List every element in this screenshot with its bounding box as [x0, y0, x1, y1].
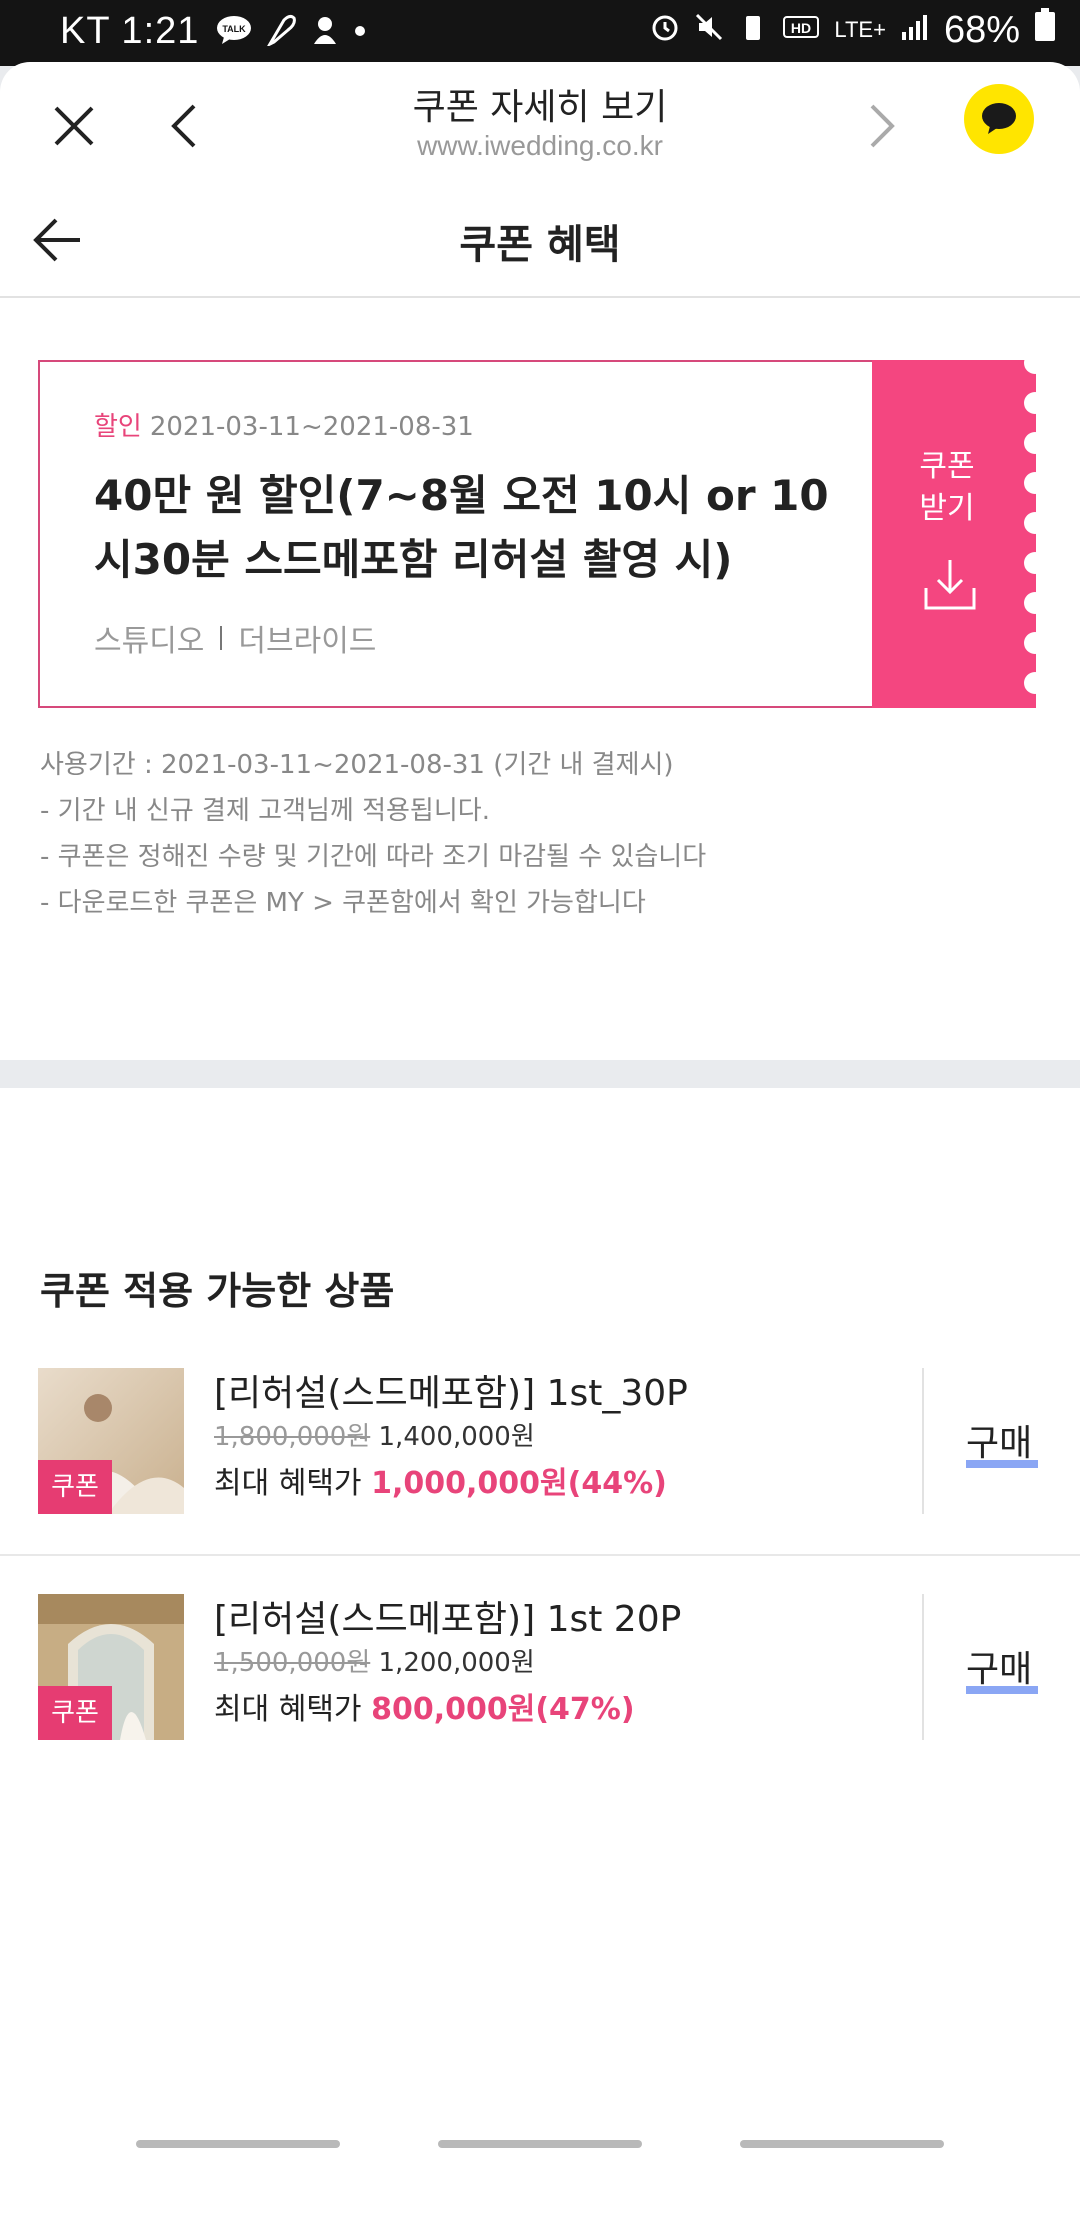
app-header: 쿠폰 혜택 — [0, 182, 1080, 298]
original-price: 1,800,000원 — [214, 1422, 371, 1452]
perforation — [1024, 472, 1046, 494]
coupon-period: 2021-03-11~2021-08-31 — [149, 412, 474, 442]
in-app-browser: 쿠폰 자세히 보기 www.iwedding.co.kr 쿠폰 혜택 할인 202… — [0, 62, 1080, 2220]
buy-underline — [966, 1686, 1038, 1694]
category-separator — [220, 626, 223, 650]
buy-button[interactable]: 구매 — [966, 1640, 1032, 1692]
perforation — [1024, 432, 1046, 454]
feather-icon — [266, 14, 296, 51]
battery-level: 68% — [943, 8, 1020, 51]
vertical-divider — [922, 1594, 924, 1740]
browser-forward-icon[interactable] — [856, 96, 906, 156]
sale-price: 1,400,000원 — [378, 1422, 535, 1452]
usage-notes: 사용기간 : 2021-03-11~2021-08-31 (기간 내 결제시) … — [40, 742, 706, 926]
svg-text:HD: HD — [791, 20, 811, 36]
perforation — [1024, 512, 1046, 534]
coupon-info: 할인 2021-03-11~2021-08-31 40만 원 할인(7~8월 오전… — [38, 360, 874, 708]
section-divider — [0, 1060, 1080, 1088]
perforation — [1024, 632, 1046, 654]
battery-saver-icon — [738, 9, 768, 52]
buy-underline — [966, 1460, 1038, 1468]
browser-url: www.iwedding.co.kr — [417, 130, 663, 161]
coupon-categories: 스튜디오 더브라이드 — [94, 616, 376, 660]
download-coupon-label: 쿠폰 받기 — [919, 449, 975, 526]
app-icon — [310, 14, 340, 51]
coupon-badge: 쿠폰 — [38, 1460, 112, 1514]
nav-handle-left[interactable] — [136, 2140, 340, 2148]
row-divider — [0, 1554, 1080, 1556]
sale-price: 1,200,000원 — [378, 1648, 535, 1678]
product-item[interactable]: 쿠폰 [리허설(스드메포함)] 1st_30P 1,800,000원 1,400… — [0, 1368, 1080, 1592]
download-icon — [922, 556, 978, 612]
product-name: [리허설(스드메포함)] 1st 20P — [214, 1599, 682, 1640]
notification-icons: TALK — [216, 14, 366, 51]
products-section-title: 쿠폰 적용 가능한 상품 — [40, 1269, 395, 1313]
coupon-card: 할인 2021-03-11~2021-08-31 40만 원 할인(7~8월 오전… — [38, 352, 1046, 708]
hd-icon: HD — [782, 9, 820, 52]
coupon-badge: 쿠폰 — [38, 1686, 112, 1740]
signal-icon — [900, 9, 930, 52]
perforation — [1024, 592, 1046, 614]
coupon-category: 스튜디오 — [94, 624, 205, 659]
carrier-time: KT 1:21 — [60, 10, 200, 52]
mute-icon — [694, 9, 724, 52]
usage-period: 사용기간 : 2021-03-11~2021-08-31 (기간 내 결제시) — [40, 750, 674, 780]
perforation — [1024, 352, 1046, 374]
download-coupon-button[interactable]: 쿠폰 받기 — [872, 352, 1046, 708]
chat-bubble-icon — [982, 103, 1016, 134]
kakao-talk-button[interactable] — [964, 84, 1034, 154]
coupon-title: 40만 원 할인(7~8월 오전 10시 or 10시30분 스드메포함 리허설… — [94, 471, 829, 584]
max-benefit: 최대 혜택가 800,000원(47%) — [214, 1684, 635, 1728]
note-line: - 쿠폰은 정해진 수량 및 기간에 따라 조기 마감될 수 있습니다 — [40, 842, 707, 872]
coupon-tag-line: 할인 2021-03-11~2021-08-31 — [94, 406, 474, 443]
system-icons: HD LTE+ 68% — [650, 8, 1056, 52]
nav-handle-center[interactable] — [438, 2140, 642, 2148]
coupon-vendor: 더브라이드 — [238, 624, 377, 659]
max-benefit: 최대 혜택가 1,000,000원(44%) — [214, 1458, 667, 1502]
page-title: 쿠폰 혜택 — [459, 222, 621, 268]
products-section: 쿠폰 적용 가능한 상품 쿠폰 [리허설(스드메포함)] 1st_30P 1,8… — [0, 1088, 1080, 1740]
original-price: 1,500,000원 — [214, 1648, 371, 1678]
benefit-label: 최대 혜택가 — [214, 1466, 362, 1501]
talk-icon: TALK — [216, 15, 252, 50]
coupon-type-tag: 할인 — [94, 412, 142, 442]
product-prices: 1,800,000원 1,400,000원 — [214, 1416, 535, 1453]
perforation — [1024, 392, 1046, 414]
browser-toolbar: 쿠폰 자세히 보기 www.iwedding.co.kr — [0, 62, 1080, 182]
status-bar: KT 1:21 TALK HD LTE+ 68% — [0, 0, 1080, 66]
svg-text:TALK: TALK — [222, 24, 246, 34]
note-line: - 기간 내 신규 결제 고객님께 적용됩니다. — [40, 796, 490, 826]
alarm-icon — [650, 9, 680, 52]
nav-handle-right[interactable] — [740, 2140, 944, 2148]
note-line: - 다운로드한 쿠폰은 MY > 쿠폰함에서 확인 가능합니다 — [40, 888, 646, 918]
perforation — [1024, 552, 1046, 574]
benefit-value: 800,000원(47%) — [371, 1692, 635, 1727]
product-item[interactable]: 쿠폰 [리허설(스드메포함)] 1st 20P 1,500,000원 1,200… — [0, 1594, 1080, 1818]
product-name: [리허설(스드메포함)] 1st_30P — [214, 1373, 688, 1414]
battery-icon — [1034, 8, 1056, 52]
buy-button[interactable]: 구매 — [966, 1414, 1032, 1466]
lte-icon: LTE+ — [834, 17, 886, 42]
browser-page-title: 쿠폰 자세히 보기 — [412, 87, 668, 128]
benefit-label: 최대 혜택가 — [214, 1692, 362, 1727]
product-prices: 1,500,000원 1,200,000원 — [214, 1642, 535, 1679]
dot-icon — [354, 24, 366, 42]
benefit-value: 1,000,000원(44%) — [371, 1466, 667, 1501]
vertical-divider — [922, 1368, 924, 1514]
perforation — [1024, 672, 1046, 694]
